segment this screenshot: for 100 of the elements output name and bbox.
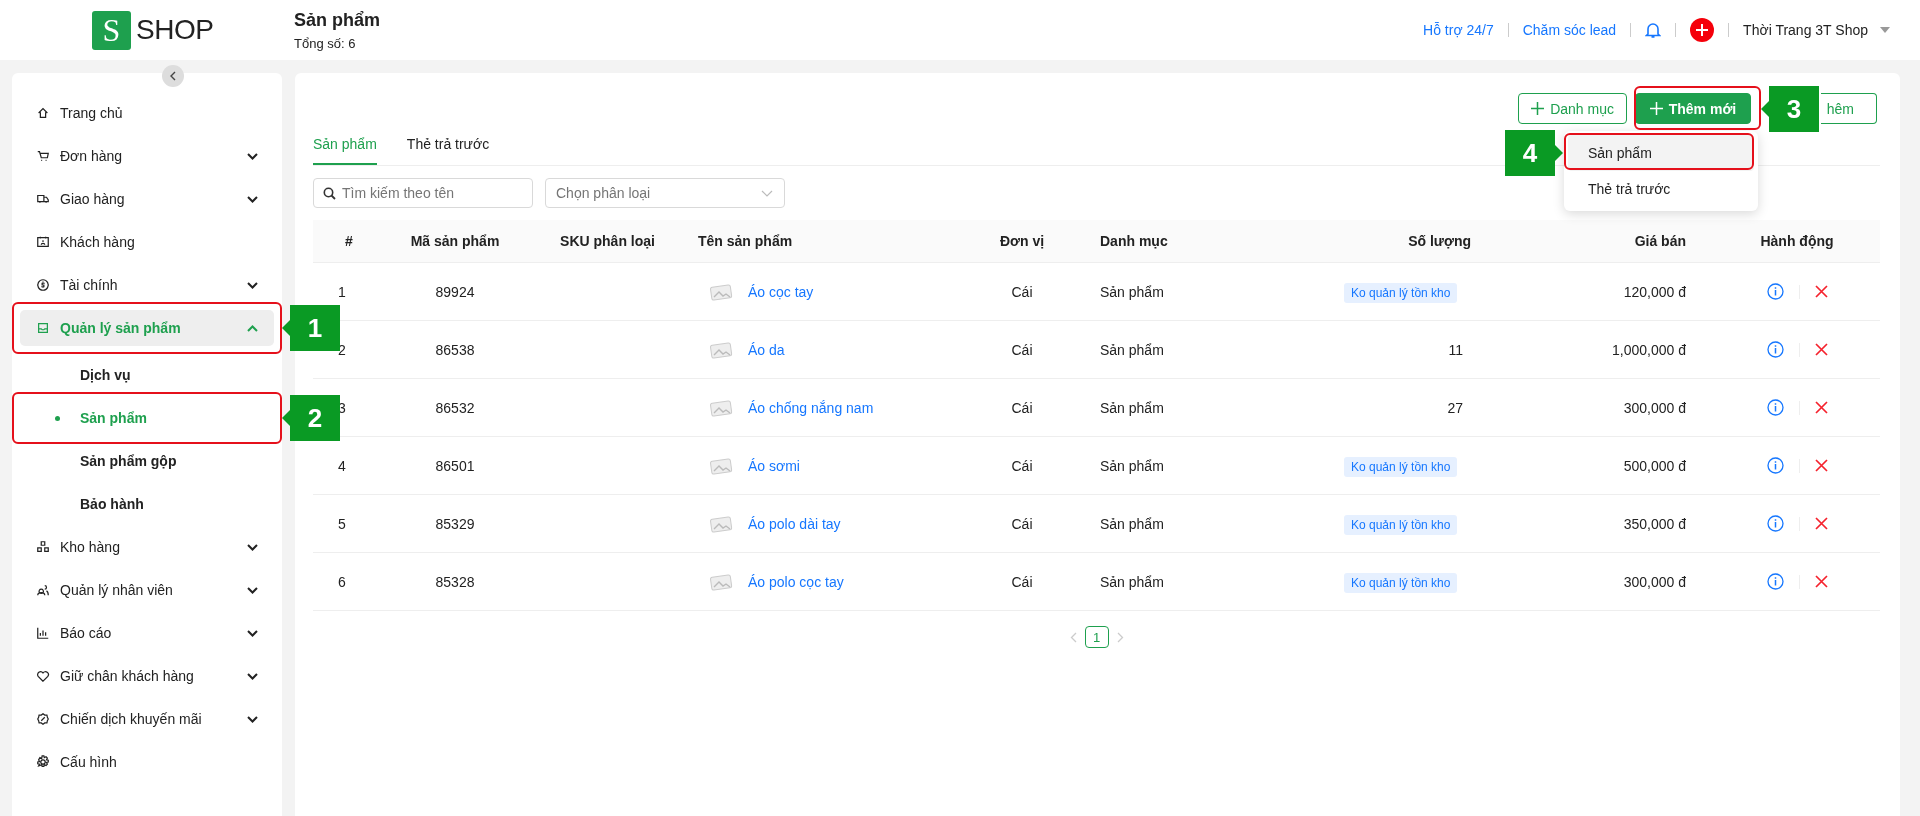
info-icon[interactable] <box>1766 399 1784 416</box>
table-cell-text: 120,000 đ <box>1622 283 1687 300</box>
info-icon[interactable] <box>1766 515 1784 532</box>
account-menu[interactable]: Thời Trang 3T Shop <box>1743 22 1890 38</box>
sidebar-item[interactable]: Trang chủ <box>20 95 274 131</box>
delete-icon[interactable] <box>1814 575 1828 588</box>
sidebar-item[interactable]: Chiến dịch khuyến mãi <box>20 701 274 737</box>
menu-item[interactable]: Thẻ trả trước <box>1568 171 1754 207</box>
table-cell-text: Cái <box>1010 515 1034 532</box>
info-icon[interactable] <box>1766 457 1784 474</box>
percent-badge-icon <box>36 712 50 726</box>
cart-icon <box>36 149 50 163</box>
product-link[interactable]: Áo chống nắng nam <box>748 399 874 416</box>
column-header: Số lượng <box>1407 233 1472 249</box>
tab[interactable]: Sản phẩm <box>313 126 377 165</box>
logo-text: SHOP <box>136 14 214 46</box>
header-link[interactable]: Hỗ trợ 24/7 <box>1423 22 1494 38</box>
table-cell-text: 86501 <box>434 457 476 474</box>
sidebar-item[interactable]: Cấu hình <box>20 744 274 780</box>
table-cell-text: Sản phẩm <box>1099 515 1165 532</box>
product-link[interactable]: Áo cọc tay <box>748 283 814 300</box>
dropdown-button[interactable]: hêm <box>1821 93 1877 124</box>
sidebar-item[interactable]: Giữ chân khách hàng <box>20 658 274 694</box>
tray-icon <box>36 321 50 335</box>
menu-item[interactable]: Sản phẩm <box>1568 135 1754 171</box>
collapse-button[interactable] <box>162 65 184 87</box>
notification-icon[interactable] <box>1645 21 1662 39</box>
delete-icon[interactable] <box>1814 401 1828 414</box>
plus-icon <box>1531 102 1545 115</box>
image-placeholder-icon <box>708 456 734 475</box>
sidebar-item[interactable]: Tài chính <box>20 267 274 303</box>
delete-icon[interactable] <box>1814 459 1828 472</box>
product-link[interactable]: Áo da <box>748 341 785 358</box>
sidebar-subitem[interactable]: Bảo hành <box>20 486 274 522</box>
table-cell-text: 300,000 đ <box>1622 399 1687 416</box>
product-link[interactable]: Áo polo dài tay <box>748 515 841 532</box>
category-button[interactable]: Danh mục <box>1518 93 1627 124</box>
chevron-icon <box>169 71 177 81</box>
delete-icon[interactable] <box>1814 285 1828 298</box>
column-header: Danh mục <box>1099 233 1169 249</box>
sidebar-item[interactable]: Báo cáo <box>20 615 274 651</box>
table-cell-text: Sản phẩm <box>1099 283 1165 300</box>
table-cell-text: 6 <box>337 573 347 590</box>
table-cell-text: 1 <box>337 283 347 300</box>
add-icon[interactable] <box>1690 18 1715 42</box>
table-cell-text: Cái <box>1010 283 1034 300</box>
boxes-icon <box>36 540 50 554</box>
info-icon[interactable] <box>1766 573 1784 590</box>
table-cell-text: Sản phẩm <box>1099 573 1165 590</box>
sidebar-item[interactable]: Đơn hàng <box>20 138 274 174</box>
column-header: SKU phân loại <box>559 233 656 249</box>
table-cell-text: 86538 <box>434 341 476 358</box>
table-cell-text: Cái <box>1010 457 1034 474</box>
house-icon <box>36 106 50 120</box>
image-placeholder-icon <box>708 282 734 301</box>
stock-tag: Ko quản lý tồn kho <box>1344 282 1458 303</box>
header-link[interactable]: Chăm sóc lead <box>1522 22 1617 38</box>
delete-icon[interactable] <box>1814 343 1828 356</box>
heart-icon <box>36 669 50 683</box>
product-link[interactable]: Áo polo cọc tay <box>748 573 844 590</box>
caret-icon <box>1880 27 1890 33</box>
table-cell-text: 350,000 đ <box>1622 515 1687 532</box>
sidebar-item[interactable]: Kho hàng <box>20 529 274 565</box>
logo-mark: S <box>92 10 131 50</box>
info-icon[interactable] <box>1766 283 1784 300</box>
page-subtitle: Tổng số: 6 <box>294 35 357 51</box>
truck-icon <box>36 192 50 206</box>
column-header: Tên sản phẩm <box>697 233 794 249</box>
chevron-icon <box>761 190 773 197</box>
sidebar-item[interactable]: Khách hàng <box>20 224 274 260</box>
table-cell-text: 1,000,000 đ <box>1611 341 1687 358</box>
delete-icon[interactable] <box>1814 517 1828 530</box>
table-cell-text: 5 <box>337 515 347 532</box>
info-icon[interactable] <box>1766 341 1784 358</box>
table-cell-text: 85328 <box>434 573 476 590</box>
table-cell-text: 11 <box>1447 341 1464 358</box>
tab[interactable]: Thẻ trả trước <box>406 126 490 165</box>
stock-tag: Ko quản lý tồn kho <box>1344 572 1458 593</box>
product-link[interactable]: Áo sơmi <box>748 457 800 474</box>
table-cell-text: Cái <box>1010 399 1034 416</box>
table-cell-text: Sản phẩm <box>1099 341 1165 358</box>
calendar-icon <box>36 235 50 249</box>
image-placeholder-icon <box>708 340 734 359</box>
bullet-icon <box>55 415 60 421</box>
column-header: # <box>344 233 354 249</box>
people-icon <box>36 583 50 597</box>
page-title: Sản phẩm <box>294 9 381 31</box>
table-cell-text: Cái <box>1010 573 1034 590</box>
dollar-icon <box>36 278 50 292</box>
column-header: Mã sản phẩm <box>409 233 501 249</box>
table-cell-text: Sản phẩm <box>1099 457 1165 474</box>
sidebar-subitem[interactable]: Dịch vụ <box>20 357 274 393</box>
sidebar-item[interactable]: Giao hàng <box>20 181 274 217</box>
sidebar-subitem[interactable]: Sản phẩm gộp <box>20 443 274 479</box>
sidebar-item[interactable]: Quản lý nhân viên <box>20 572 274 608</box>
search-field[interactable]: Tìm kiếm theo tên <box>313 178 533 208</box>
table-cell-text: Cái <box>1010 341 1034 358</box>
category-select[interactable]: Chọn phân loại <box>545 178 785 208</box>
image-placeholder-icon <box>708 514 734 533</box>
column-header: Đơn vị <box>998 233 1046 249</box>
